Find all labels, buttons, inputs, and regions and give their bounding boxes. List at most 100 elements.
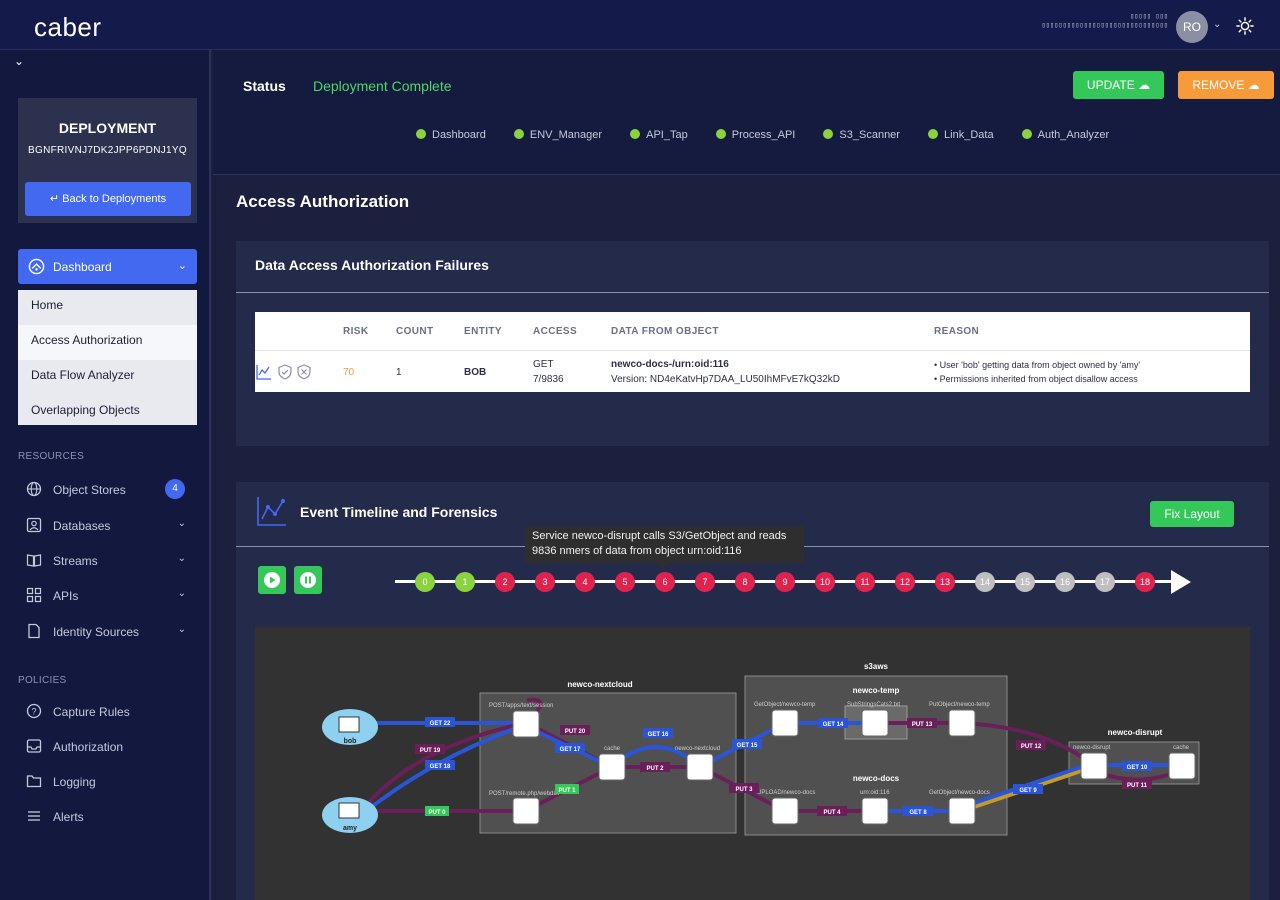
service-node[interactable] <box>861 797 889 825</box>
service-node[interactable] <box>686 753 714 781</box>
account-info: ▯▯▯▯▯ ▯▯▯ ▯▯▯▯▯▯▯▯▯▯▯▯▯▯▯▯▯▯▯▯▯▯▯▯▯▯▯▯▯▯ <box>1042 12 1168 30</box>
timeline-step[interactable]: 14 <box>975 572 995 592</box>
event-graph: newco-nextcloud s3aws newco-temp newco-d… <box>255 627 1250 900</box>
timeline-step[interactable]: 0 <box>415 572 435 592</box>
inbox-icon <box>26 739 42 753</box>
reason-line: • User 'bob' getting data from object ow… <box>934 360 1141 370</box>
dashboard-submenu: Home Access Authorization Data Flow Anal… <box>18 290 197 425</box>
timeline-step[interactable]: 6 <box>655 572 675 592</box>
submenu-item-home[interactable]: Home <box>18 290 197 325</box>
submenu-item-access-authorization[interactable]: Access Authorization <box>18 325 197 360</box>
access-method: GET <box>533 359 554 370</box>
edge-label: GET 14 <box>823 722 844 728</box>
chevron-down-icon: ⌄ <box>177 518 186 529</box>
chevron-down-icon[interactable]: ⌄ <box>1213 19 1221 30</box>
tooltip-line: Service newco-disrupt calls S3/GetObject… <box>532 530 787 542</box>
service-name: S3_Scanner <box>839 129 900 141</box>
pause-button[interactable] <box>294 566 322 594</box>
sidebar-item-alerts[interactable]: Alerts <box>26 806 196 828</box>
service-node[interactable] <box>598 753 626 781</box>
deployment-title: DEPLOYMENT <box>58 120 157 136</box>
sidebar-item-streams[interactable]: Streams ⌄ <box>26 550 196 572</box>
timeline-step[interactable]: 13 <box>935 572 955 592</box>
chevron-down-icon: ⌄ <box>177 260 187 272</box>
remove-button[interactable]: REMOVE ☁ <box>1178 71 1274 99</box>
update-button[interactable]: UPDATE ☁ <box>1073 71 1164 99</box>
node-label: cache <box>604 746 621 752</box>
edge-label: PUT 12 <box>1021 744 1042 750</box>
chevron-down-icon[interactable]: ⌄ <box>14 54 24 68</box>
shield-check-icon[interactable] <box>277 364 293 380</box>
logo[interactable]: caber <box>34 12 102 43</box>
edge-label: GET 9 <box>1019 788 1037 794</box>
timeline-step[interactable]: 18 <box>1135 572 1155 592</box>
service-name: API_Tap <box>646 129 688 141</box>
avatar[interactable]: RO <box>1176 11 1208 43</box>
service-node[interactable] <box>948 797 976 825</box>
sidebar-item-databases[interactable]: Databases ⌄ <box>26 515 196 537</box>
service-node[interactable] <box>1168 752 1196 780</box>
timeline-step[interactable]: 5 <box>615 572 635 592</box>
timeline-step[interactable]: 11 <box>855 572 875 592</box>
edge-label: GET 17 <box>560 747 581 753</box>
sidebar-item-capture-rules[interactable]: ? Capture Rules <box>26 701 196 723</box>
service-status-item: Dashboard <box>416 129 486 141</box>
node-label: cache <box>1173 745 1190 751</box>
node-label: POST/remote.php/webdav <box>489 791 560 797</box>
tooltip-line: 9836 nmers of data from object urn:oid:1… <box>532 545 742 557</box>
submenu-item-overlapping-objects[interactable]: Overlapping Objects <box>18 395 197 430</box>
timeline-step[interactable]: 9 <box>775 572 795 592</box>
actor-label: bob <box>344 738 357 745</box>
column-header-data-from-object[interactable]: DATA FROM OBJECT <box>611 326 719 337</box>
timeline-step[interactable]: 15 <box>1015 572 1035 592</box>
edge-label: GET 10 <box>1127 765 1148 771</box>
globe-icon <box>26 481 42 497</box>
timeline-step[interactable]: 8 <box>735 572 755 592</box>
status-dot-icon <box>513 129 524 139</box>
timeline-step[interactable]: 3 <box>535 572 555 592</box>
sidebar-item-apis[interactable]: APIs ⌄ <box>26 585 196 607</box>
service-node[interactable] <box>771 709 799 737</box>
sidebar-item-identity-sources[interactable]: Identity Sources ⌄ <box>26 621 196 643</box>
service-name: Dashboard <box>432 129 486 141</box>
timeline-step[interactable]: 7 <box>695 572 715 592</box>
service-status-item: API_Tap <box>630 129 688 141</box>
status-bar: Status Deployment Complete UPDATE ☁ REMO… <box>213 50 1280 175</box>
column-header-access[interactable]: ACCESS <box>533 326 577 337</box>
object-name[interactable]: newco-docs-/urn:oid:116 <box>611 359 729 370</box>
service-node[interactable] <box>512 797 540 825</box>
timeline-step[interactable]: 1 <box>455 572 475 592</box>
access-amount: 7/9836 <box>533 374 564 385</box>
column-header-entity[interactable]: ENTITY <box>464 326 502 337</box>
play-button[interactable] <box>258 566 286 594</box>
top-bar: caber ▯▯▯▯▯ ▯▯▯ ▯▯▯▯▯▯▯▯▯▯▯▯▯▯▯▯▯▯▯▯▯▯▯▯… <box>0 0 1280 50</box>
sun-icon[interactable] <box>1236 17 1254 35</box>
timeline-step[interactable]: 4 <box>575 572 595 592</box>
column-header-risk[interactable]: RISK <box>343 326 369 337</box>
entity-value: BOB <box>464 367 487 378</box>
dashboard-menu-button[interactable]: Dashboard ⌄ <box>18 249 197 284</box>
help-circle-icon: ? <box>26 703 42 719</box>
grid-icon <box>26 587 42 603</box>
timeline-step[interactable]: 2 <box>495 572 515 592</box>
shield-x-icon[interactable] <box>296 364 312 380</box>
service-node[interactable] <box>1080 752 1108 780</box>
service-node[interactable] <box>512 710 540 738</box>
timeline-step[interactable]: 17 <box>1095 572 1115 592</box>
timeline-step[interactable]: 12 <box>895 572 915 592</box>
sidebar-item-logging[interactable]: Logging <box>26 771 196 793</box>
back-to-deployments-button[interactable]: ↵ Back to Deployments <box>25 182 191 216</box>
chart-icon[interactable] <box>256 364 272 380</box>
sidebar-item-object-stores[interactable]: Object Stores 4 <box>26 479 196 501</box>
service-node[interactable] <box>771 797 799 825</box>
service-node[interactable] <box>861 709 889 737</box>
submenu-item-data-flow-analyzer[interactable]: Data Flow Analyzer <box>18 360 197 395</box>
column-header-reason[interactable]: REASON <box>934 326 979 337</box>
service-node[interactable] <box>948 709 976 737</box>
column-header-count[interactable]: COUNT <box>396 326 434 337</box>
timeline-step[interactable]: 16 <box>1055 572 1075 592</box>
sidebar-item-authorization[interactable]: Authorization <box>26 736 196 758</box>
fix-layout-button[interactable]: Fix Layout <box>1150 501 1234 527</box>
edge-label: PUT 20 <box>565 729 586 735</box>
timeline-step[interactable]: 10 <box>815 572 835 592</box>
